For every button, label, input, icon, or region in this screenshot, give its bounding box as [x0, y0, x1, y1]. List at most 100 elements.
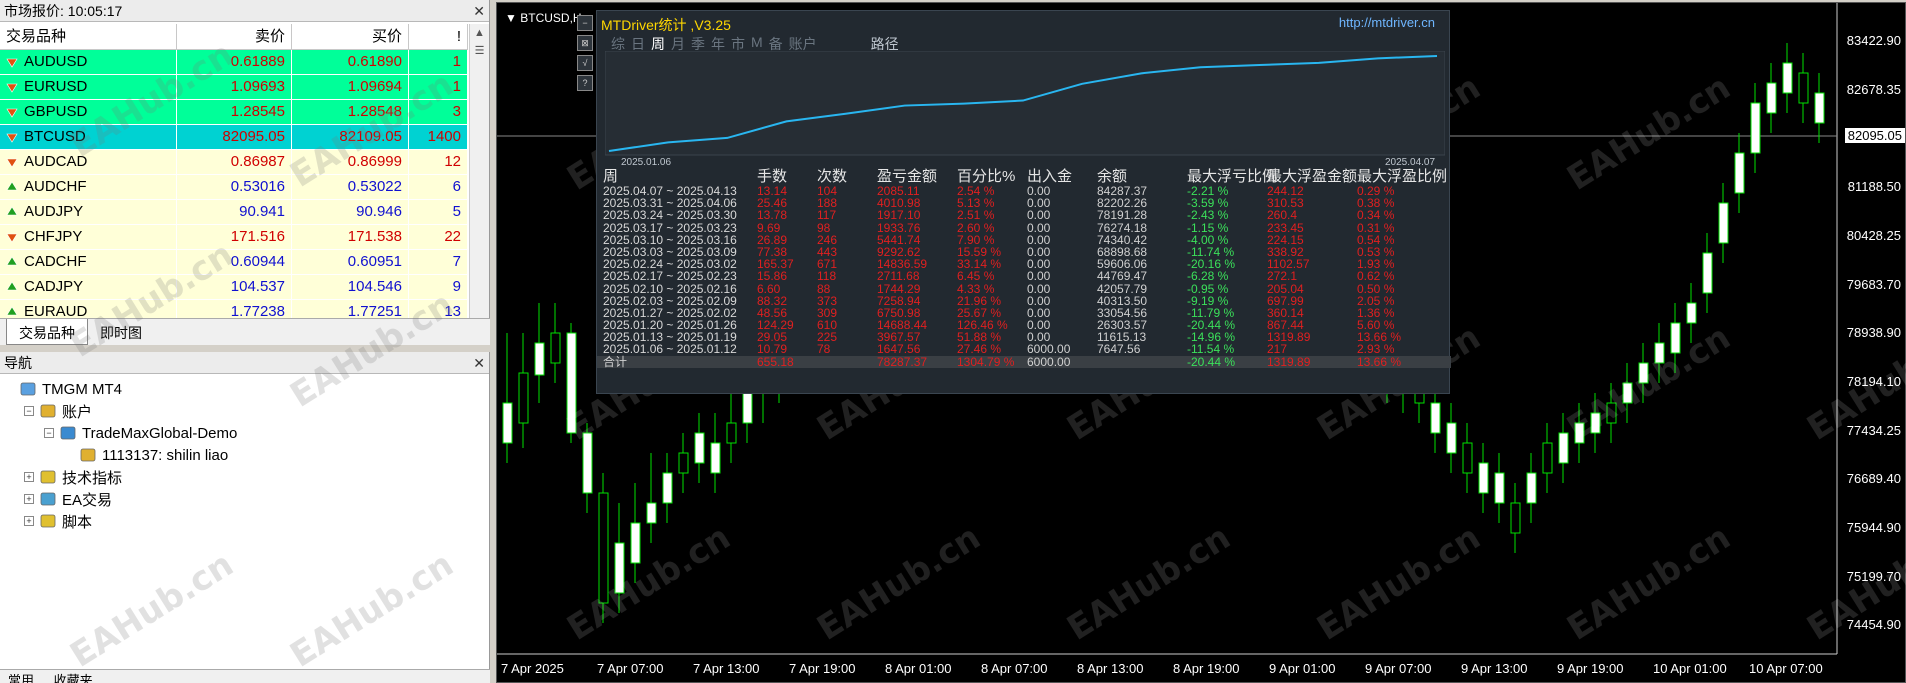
symbol-name: AUDCAD — [24, 153, 88, 170]
expand-icon[interactable]: + — [24, 494, 34, 504]
market-watch-scrollbar[interactable]: ▲ ☰ — [469, 24, 489, 318]
candle-body — [1686, 302, 1697, 324]
symbol-name: GBPUSD — [24, 103, 88, 120]
navigator-item[interactable]: + 技术指标 — [4, 466, 237, 488]
price-tick-label: 78938.90 — [1846, 325, 1901, 341]
toggle-icon[interactable]: √ — [577, 55, 593, 71]
chart-dropdown-icon[interactable]: ▼ — [505, 11, 517, 25]
navigator-item-label: TMGM MT4 — [42, 380, 122, 398]
close-icon[interactable]: ✕ — [473, 352, 485, 374]
ask-price: 82109.05 — [292, 125, 409, 149]
navigator-item[interactable]: TMGM MT4 — [4, 378, 237, 400]
navigator-item[interactable]: + EA交易 — [4, 488, 237, 510]
symbol-name: CADJPY — [24, 278, 84, 295]
spread-value: 1400 — [409, 125, 468, 149]
terminal-icon — [20, 382, 36, 396]
navigator-item[interactable]: + 脚本 — [4, 510, 237, 532]
stats-cell: 2.51 % — [957, 208, 995, 223]
overlay-url[interactable]: http://mtdriver.cn — [1339, 15, 1435, 30]
stats-total-cell: 1319.89 — [1267, 354, 1311, 369]
navigator-item-label: EA交易 — [62, 491, 113, 509]
time-tick-label: 8 Apr 01:00 — [885, 661, 952, 676]
expand-icon[interactable]: + — [24, 516, 34, 526]
candle-body — [1702, 252, 1713, 294]
accounts-icon — [40, 404, 56, 418]
stats-cell: 233.45 — [1267, 220, 1304, 235]
stats-cell: 78 — [817, 342, 831, 357]
close-icon[interactable]: ✕ — [473, 0, 485, 22]
spread-value: 7 — [409, 250, 468, 274]
stats-cell: 205.04 — [1267, 281, 1304, 296]
price-up-icon — [6, 256, 18, 266]
collapse-icon[interactable]: − — [24, 406, 34, 416]
tab-tick-chart[interactable]: 即时图 — [88, 319, 154, 345]
chart-type-icon[interactable]: ⊠ — [577, 35, 593, 51]
stats-column-header: 周 — [603, 168, 619, 185]
tab-symbols[interactable]: 交易品种 — [6, 319, 88, 345]
ask-price: 1.09694 — [292, 75, 409, 99]
candle-body — [1670, 322, 1681, 354]
tab-common[interactable]: 常用 — [0, 673, 42, 683]
market-watch-panel: 市场报价: 10:05:17 ✕ 交易品种 卖价 买价 ! AUDUSD 0.6… — [0, 0, 490, 345]
column-header-symbol[interactable]: 交易品种 — [0, 24, 177, 49]
scroll-up-icon[interactable]: ▲ — [470, 24, 489, 42]
stats-cell: 6.60 — [757, 281, 781, 296]
chart-symbol-label: ▼ BTCUSD,H — [505, 11, 582, 25]
market-watch-row[interactable]: EURUSD 1.09693 1.09694 1 — [0, 75, 468, 100]
collapse-icon[interactable]: − — [44, 428, 54, 438]
navigator-title: 导航 ✕ — [0, 352, 489, 374]
navigator-item-label: TradeMaxGlobal-Demo — [82, 424, 238, 442]
price-tick-label: 78194.10 — [1846, 373, 1901, 389]
candle-body — [646, 502, 657, 524]
market-watch-row[interactable]: GBPUSD 1.28545 1.28548 3 — [0, 100, 468, 125]
market-watch-row[interactable]: CADCHF 0.60944 0.60951 7 — [0, 250, 468, 275]
column-header-bid[interactable]: 卖价 — [177, 24, 292, 49]
expand-icon[interactable]: + — [24, 472, 34, 482]
price-down-icon — [6, 133, 18, 143]
market-watch-row[interactable]: AUDUSD 0.61889 0.61890 1 — [0, 50, 468, 75]
symbol-name: CADCHF — [24, 253, 87, 270]
stats-cell: 6.45 % — [957, 269, 995, 284]
minimize-icon[interactable]: − — [577, 15, 593, 31]
help-icon[interactable]: ? — [577, 75, 593, 91]
bid-price: 90.941 — [177, 200, 292, 224]
column-header-ask[interactable]: 买价 — [292, 24, 409, 49]
candle-body — [1798, 72, 1809, 104]
market-watch-row[interactable]: CADJPY 104.537 104.546 9 — [0, 275, 468, 300]
market-watch-row[interactable]: BTCUSD 82095.05 82109.05 1400 — [0, 125, 468, 150]
navigator-item-label: 1113137: shilin liao — [102, 446, 229, 464]
candle-body — [710, 442, 721, 474]
market-watch-row[interactable]: AUDCHF 0.53016 0.53022 6 — [0, 175, 468, 200]
market-watch-row[interactable]: CHFJPY 171.516 171.538 22 — [0, 225, 468, 250]
navigator-item[interactable]: − TradeMaxGlobal-Demo — [4, 422, 237, 444]
stats-total-cell: 合计 — [603, 354, 628, 369]
scroll-menu-icon[interactable]: ☰ — [470, 42, 489, 60]
market-watch-row[interactable]: EURAUD 1.77238 1.77251 13 — [0, 300, 468, 318]
navigator-tabs: 常用 收藏夹 — [0, 669, 490, 683]
navigator-item[interactable]: 1113137: shilin liao — [4, 444, 237, 466]
stats-cell: 2.60 % — [957, 220, 995, 235]
tab-favorites[interactable]: 收藏夹 — [46, 673, 101, 683]
market-watch-row[interactable]: AUDCAD 0.86987 0.86999 12 — [0, 150, 468, 175]
ask-price: 171.538 — [292, 225, 409, 249]
stats-cell: 260.4 — [1267, 208, 1298, 223]
navigator-item[interactable]: − 账户 — [4, 400, 237, 422]
column-header-spread[interactable]: ! — [409, 24, 468, 49]
stats-cell: 0.50 % — [1357, 281, 1395, 296]
weekly-stats-table: 周 手数 次数 盈亏金额 百分比% 出入金 余额 最大浮亏比例 最大浮盈金额 最大浮盈比例 2025… — [597, 168, 1451, 368]
market-watch-row[interactable]: AUDJPY 90.941 90.946 5 — [0, 200, 468, 225]
price-up-icon — [6, 281, 18, 291]
stats-column-header: 余额 — [1097, 168, 1128, 185]
candle-body — [1638, 362, 1649, 384]
stats-cell: 0.62 % — [1357, 269, 1395, 284]
ask-price: 1.28548 — [292, 100, 409, 124]
candle-body — [1782, 62, 1793, 94]
equity-curve-chart: 2025.01.06 2025.04.07 — [605, 51, 1445, 166]
spread-value: 13 — [409, 300, 468, 318]
stats-total-cell: 13.66 % — [1357, 354, 1402, 369]
ask-price: 104.546 — [292, 275, 409, 299]
time-tick-label: 9 Apr 13:00 — [1461, 661, 1528, 676]
stats-cell: 1647.56 — [877, 342, 921, 357]
stats-cell: 2711.68 — [877, 269, 920, 284]
navigator-item-label: 技术指标 — [62, 469, 123, 487]
